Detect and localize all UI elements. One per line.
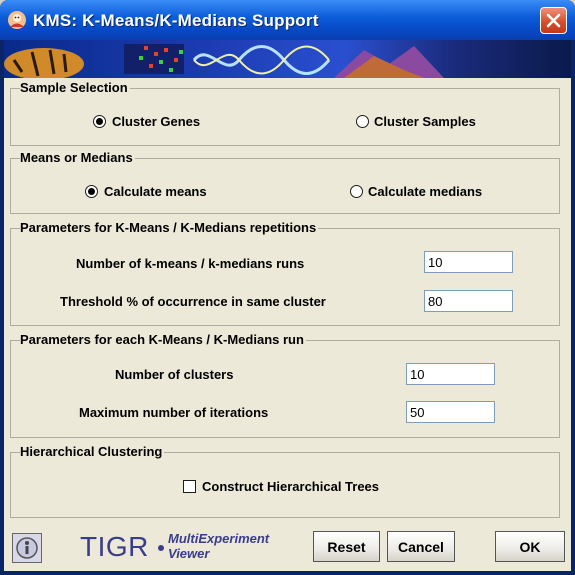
calculate-means-radio[interactable] bbox=[85, 185, 98, 198]
info-icon bbox=[16, 537, 38, 559]
cluster-samples-radio[interactable] bbox=[356, 115, 369, 128]
ok-button[interactable]: OK bbox=[495, 531, 565, 562]
app-icon bbox=[8, 11, 26, 29]
hierarchical-trees-label[interactable]: Construct Hierarchical Trees bbox=[202, 479, 379, 494]
window-title: KMS: K-Means/K-Medians Support bbox=[33, 11, 319, 30]
hierarchical-trees-checkbox[interactable] bbox=[183, 480, 196, 493]
sample-selection-title: Sample Selection bbox=[20, 80, 130, 95]
mev-line-1: MultiExperiment bbox=[168, 531, 270, 546]
means-medians-title: Means or Medians bbox=[20, 150, 135, 165]
cluster-genes-label[interactable]: Cluster Genes bbox=[112, 114, 200, 129]
calculate-medians-label[interactable]: Calculate medians bbox=[368, 184, 482, 199]
iterations-input[interactable] bbox=[406, 401, 495, 423]
cancel-button[interactable]: Cancel bbox=[387, 531, 455, 562]
iterations-label: Maximum number of iterations bbox=[79, 405, 269, 420]
threshold-label: Threshold % of occurrence in same cluste… bbox=[60, 294, 326, 309]
close-button[interactable] bbox=[540, 7, 567, 34]
mev-line-2: Viewer bbox=[168, 546, 210, 561]
banner-graphic bbox=[4, 44, 444, 78]
cluster-samples-label[interactable]: Cluster Samples bbox=[374, 114, 476, 129]
reset-button[interactable]: Reset bbox=[313, 531, 380, 562]
tigr-logo: TIGR bbox=[80, 531, 149, 562]
title-bar[interactable]: KMS: K-Means/K-Medians Support bbox=[0, 0, 575, 40]
runs-label: Number of k-means / k-medians runs bbox=[76, 256, 305, 271]
calculate-means-label[interactable]: Calculate means bbox=[104, 184, 207, 199]
dialog-window: KMS: K-Means/K-Medians Support Sample Se… bbox=[0, 0, 575, 575]
clusters-input[interactable] bbox=[406, 363, 495, 385]
runs-input[interactable] bbox=[424, 251, 513, 273]
threshold-input[interactable] bbox=[424, 290, 513, 312]
header-banner bbox=[4, 40, 571, 78]
logo-bullet-icon bbox=[158, 545, 164, 551]
sample-selection-group bbox=[10, 88, 560, 146]
clusters-label: Number of clusters bbox=[115, 367, 234, 382]
calculate-medians-radio[interactable] bbox=[350, 185, 363, 198]
close-icon bbox=[546, 13, 561, 28]
hierarchical-title: Hierarchical Clustering bbox=[20, 444, 165, 459]
each-run-group bbox=[10, 340, 560, 438]
repetitions-title: Parameters for K-Means / K-Medians repet… bbox=[20, 220, 319, 235]
each-run-title: Parameters for each K-Means / K-Medians … bbox=[20, 332, 306, 347]
info-button[interactable] bbox=[12, 533, 42, 563]
cluster-genes-radio[interactable] bbox=[93, 115, 106, 128]
mev-logo-text: MultiExperiment Viewer bbox=[168, 531, 269, 561]
